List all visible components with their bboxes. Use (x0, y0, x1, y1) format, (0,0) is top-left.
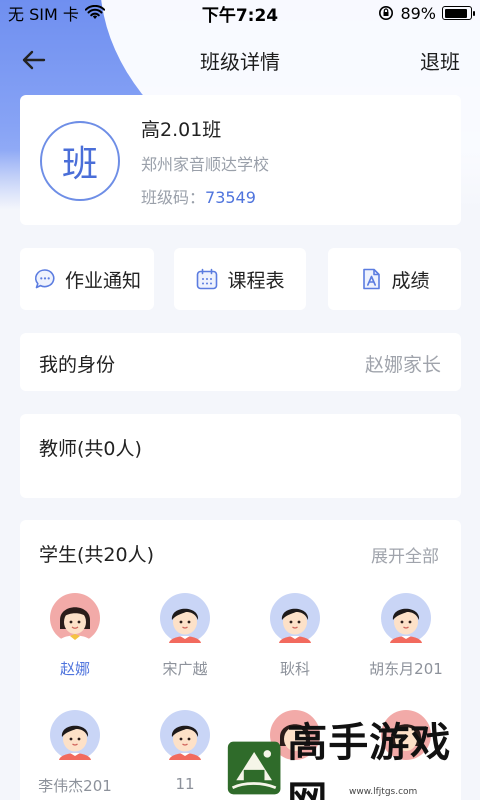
my-identity-label: 我的身份 (39, 354, 116, 376)
boy-avatar-icon (381, 593, 431, 643)
girl-avatar-icon (50, 593, 100, 643)
student-name: 耿科 (279, 660, 310, 678)
school-name: 郑州家音顺达学校 (141, 155, 270, 174)
status-bar: 无 SIM 卡 下午7:24 89% (0, 0, 480, 26)
page-title: 班级详情 (200, 49, 280, 74)
students-label: 学生(共20人) (39, 544, 155, 566)
class-info-card: 班 高2.01班 郑州家音顺达学校 班级码：73549 (20, 95, 461, 225)
student-item[interactable]: 李伟杰201 (25, 710, 125, 796)
battery-level (444, 8, 467, 18)
class-avatar-char: 班 (61, 144, 98, 185)
class-code-value: 73549 (205, 188, 256, 207)
class-code: 班级码：73549 (141, 184, 256, 208)
class-name: 高2.01班 (141, 119, 222, 141)
teachers-label: 教师(共0人) (39, 438, 142, 460)
grades-button[interactable]: 成绩 (328, 248, 461, 310)
student-item[interactable]: 胡东月201 (356, 593, 456, 679)
watermark-logo-icon (227, 741, 281, 794)
calendar-icon (197, 268, 218, 290)
student-name: 宋广越 (162, 660, 208, 678)
student-item[interactable]: 11 (135, 710, 235, 793)
battery-percent: 89% (400, 3, 436, 23)
site-watermark: 高手游戏网 www.lfjtgs.com (225, 720, 480, 800)
student-item[interactable]: 赵娜 (25, 593, 125, 679)
leave-class-button[interactable]: 退班 (420, 46, 460, 75)
student-item[interactable]: 宋广越 (135, 593, 235, 679)
chat-bubble-icon (34, 269, 55, 289)
student-name: 李伟杰201 (38, 777, 112, 795)
class-avatar: 班 (40, 121, 120, 201)
my-identity-row[interactable]: 我的身份 赵娜家长 (20, 333, 461, 391)
boy-avatar-icon (270, 593, 320, 643)
grades-label: 成绩 (391, 269, 430, 292)
teachers-section: 教师(共0人) (20, 414, 461, 498)
boy-avatar-icon (160, 710, 210, 760)
expand-all-link[interactable]: 展开全部 (371, 542, 439, 567)
wifi-icon (84, 5, 105, 19)
watermark-url: www.lfjtgs.com (349, 787, 418, 797)
schedule-label: 课程表 (227, 269, 285, 292)
student-name: 11 (175, 775, 195, 793)
homework-notice-label: 作业通知 (64, 269, 141, 292)
carrier-label: 无 SIM 卡 (8, 5, 79, 24)
grade-document-icon (363, 268, 381, 290)
schedule-button[interactable]: 课程表 (174, 248, 306, 310)
my-identity-value: 赵娜家长 (364, 354, 441, 376)
student-item[interactable]: 耿科 (245, 593, 345, 679)
battery-icon (442, 6, 475, 20)
nav-bar: 班级详情 退班 (0, 38, 480, 82)
student-name: 胡东月201 (369, 660, 443, 678)
student-name: 赵娜 (59, 660, 90, 678)
boy-avatar-icon (50, 710, 100, 760)
homework-notice-button[interactable]: 作业通知 (20, 248, 154, 310)
rotation-lock-icon (379, 6, 394, 20)
boy-avatar-icon (160, 593, 210, 643)
class-code-label: 班级码： (141, 188, 206, 207)
